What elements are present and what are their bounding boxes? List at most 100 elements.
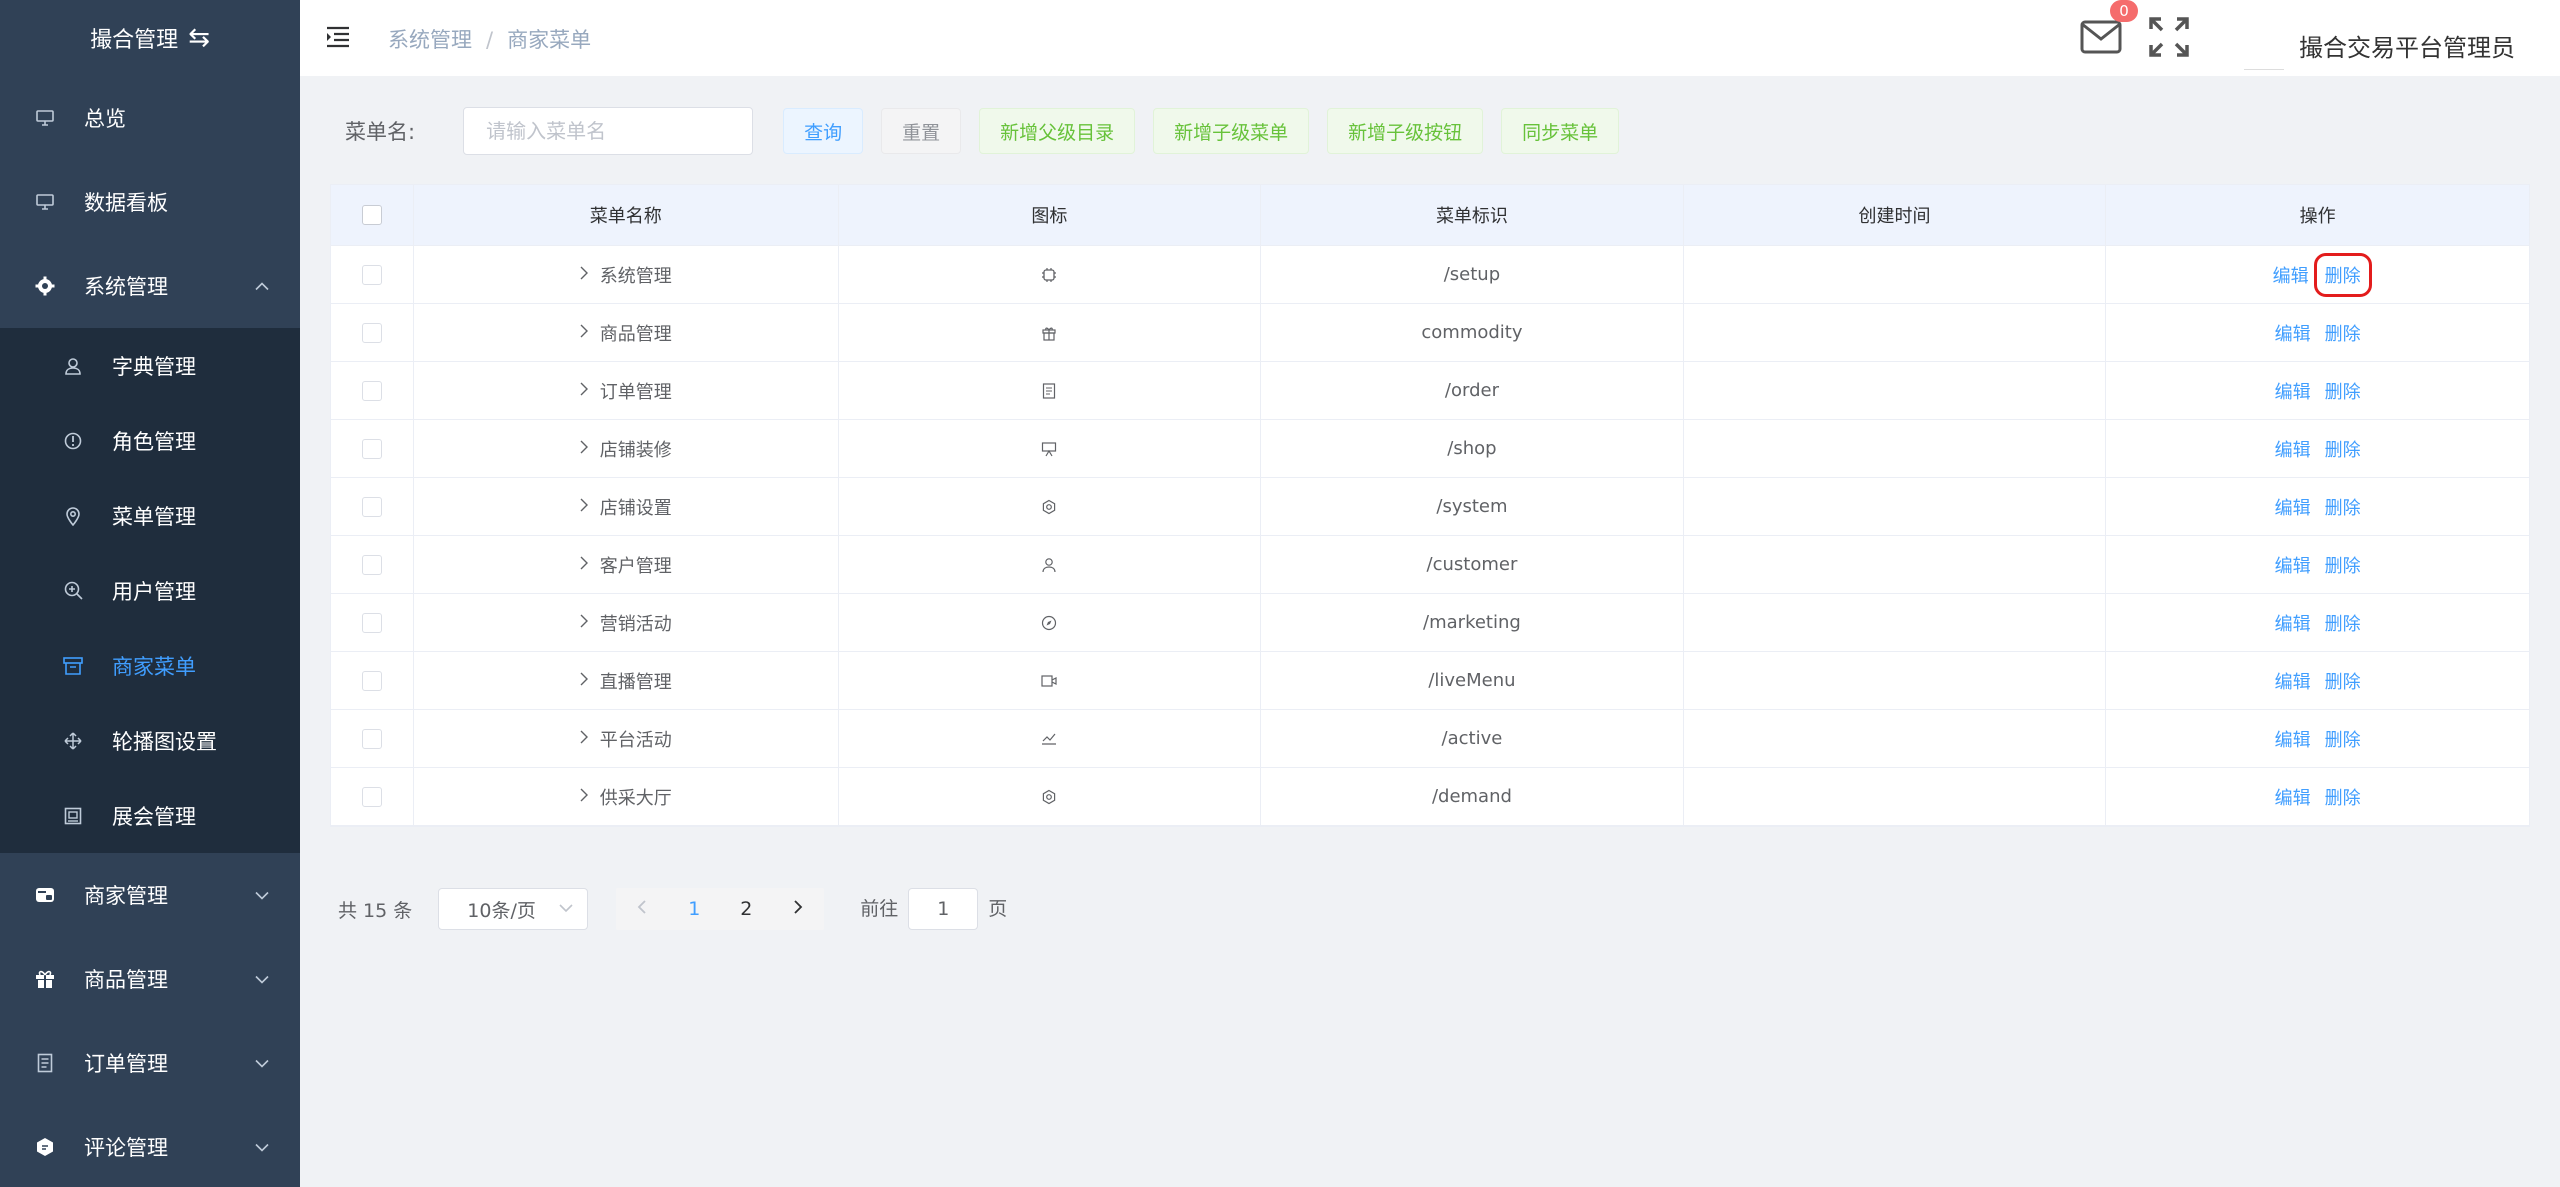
edit-button[interactable]: 编辑 bbox=[2275, 668, 2311, 694]
row-checkbox[interactable] bbox=[361, 264, 382, 285]
page-jumper: 前往 页 bbox=[860, 888, 1007, 930]
sidebar-item-dashboard[interactable]: 数据看板 bbox=[0, 160, 300, 244]
sidebar-item-roles[interactable]: 角色管理 bbox=[0, 403, 300, 478]
add-child-menu-button[interactable]: 新增子级菜单 bbox=[1153, 108, 1310, 154]
sync-menu-button[interactable]: 同步菜单 bbox=[1501, 108, 1620, 154]
sidebar-item-merchant-menu[interactable]: 商家菜单 bbox=[0, 628, 300, 703]
icon-cell bbox=[839, 768, 1262, 825]
chevron-right-icon[interactable] bbox=[580, 265, 588, 284]
edit-button[interactable]: 编辑 bbox=[2273, 262, 2309, 288]
info-icon bbox=[62, 430, 84, 452]
delete-button[interactable]: 删除 bbox=[2325, 610, 2361, 636]
user-icon bbox=[62, 355, 84, 377]
menu-fold-icon[interactable] bbox=[326, 26, 350, 48]
sidebar-item-merchants[interactable]: 商家管理 bbox=[0, 853, 300, 937]
menu-name: 直播管理 bbox=[599, 671, 672, 693]
row-checkbox[interactable] bbox=[361, 554, 382, 575]
mail-icon[interactable] bbox=[2080, 20, 2122, 54]
sidebar-item-label: 展会管理 bbox=[112, 804, 196, 829]
chevron-right-icon[interactable] bbox=[580, 787, 588, 806]
edit-button[interactable]: 编辑 bbox=[2275, 784, 2311, 810]
checkbox-cell bbox=[331, 536, 414, 593]
breadcrumb-separator: / bbox=[486, 28, 494, 52]
edit-button[interactable]: 编辑 bbox=[2275, 378, 2311, 404]
row-checkbox[interactable] bbox=[361, 670, 382, 691]
actions-cell: 编辑 删除 bbox=[2106, 246, 2529, 303]
sidebar-item-users[interactable]: 用户管理 bbox=[0, 553, 300, 628]
delete-button[interactable]: 删除 bbox=[2325, 552, 2361, 578]
prev-page-button[interactable] bbox=[616, 898, 668, 920]
edit-button[interactable]: 编辑 bbox=[2275, 320, 2311, 346]
edit-button[interactable]: 编辑 bbox=[2275, 610, 2311, 636]
chevron-right-icon[interactable] bbox=[580, 439, 588, 458]
next-page-button[interactable] bbox=[772, 898, 824, 920]
sidebar-item-dictionary[interactable]: 字典管理 bbox=[0, 328, 300, 403]
chevron-right-icon[interactable] bbox=[580, 613, 588, 632]
menu-key: /shop bbox=[1261, 420, 1684, 477]
delete-button[interactable]: 删除 bbox=[2313, 252, 2372, 297]
row-checkbox[interactable] bbox=[361, 786, 382, 807]
checkbox-cell bbox=[331, 594, 414, 651]
sidebar-item-system[interactable]: 系统管理 bbox=[0, 244, 300, 328]
sidebar-item-orders[interactable]: 订单管理 bbox=[0, 1021, 300, 1105]
username[interactable]: 撮合交易平台管理员 bbox=[2299, 28, 2515, 63]
sidebar-item-overview[interactable]: 总览 bbox=[0, 76, 300, 160]
menu-name-cell: 订单管理 bbox=[414, 362, 839, 419]
page-size-select[interactable]: 10条/页 bbox=[438, 888, 589, 930]
row-checkbox[interactable] bbox=[361, 728, 382, 749]
page-number[interactable]: 1 bbox=[668, 898, 720, 920]
breadcrumb-item[interactable]: 系统管理 bbox=[388, 28, 472, 52]
sidebar-item-reviews[interactable]: 评论管理 bbox=[0, 1105, 300, 1187]
add-child-button-button[interactable]: 新增子级按钮 bbox=[1327, 108, 1484, 154]
edit-button[interactable]: 编辑 bbox=[2275, 494, 2311, 520]
chevron-right-icon[interactable] bbox=[580, 497, 588, 516]
page-number[interactable]: 2 bbox=[720, 898, 772, 920]
chevron-right-icon[interactable] bbox=[580, 381, 588, 400]
delete-button[interactable]: 删除 bbox=[2325, 494, 2361, 520]
row-checkbox[interactable] bbox=[361, 612, 382, 633]
fullscreen-icon[interactable] bbox=[2148, 16, 2190, 58]
sidebar-item-carousel[interactable]: 轮播图设置 bbox=[0, 703, 300, 778]
sidebar-item-exhibition[interactable]: 展会管理 bbox=[0, 778, 300, 853]
checkbox-cell bbox=[331, 478, 414, 535]
sidebar-item-menus[interactable]: 菜单管理 bbox=[0, 478, 300, 553]
chevron-right-icon[interactable] bbox=[580, 671, 588, 690]
select-all-checkbox[interactable] bbox=[361, 205, 382, 225]
avatar[interactable] bbox=[2244, 12, 2284, 70]
delete-button[interactable]: 删除 bbox=[2325, 320, 2361, 346]
edit-button[interactable]: 编辑 bbox=[2275, 726, 2311, 752]
search-button[interactable]: 查询 bbox=[783, 108, 864, 154]
delete-button[interactable]: 删除 bbox=[2325, 726, 2361, 752]
menu-name: 客户管理 bbox=[599, 555, 672, 577]
created-time bbox=[1684, 710, 2107, 767]
menu-name-cell: 客户管理 bbox=[414, 536, 839, 593]
created-time bbox=[1684, 478, 2107, 535]
table-row: 店铺设置/system 编辑 删除 bbox=[331, 478, 2529, 536]
sidebar-item-label: 菜单管理 bbox=[112, 504, 196, 529]
menu-name-cell: 店铺装修 bbox=[414, 420, 839, 477]
chevron-right-icon[interactable] bbox=[580, 729, 588, 748]
row-checkbox[interactable] bbox=[361, 380, 382, 401]
data-line-icon bbox=[1040, 730, 1058, 748]
row-checkbox[interactable] bbox=[361, 322, 382, 343]
delete-button[interactable]: 删除 bbox=[2325, 668, 2361, 694]
delete-button[interactable]: 删除 bbox=[2325, 436, 2361, 462]
chevron-right-icon[interactable] bbox=[580, 323, 588, 342]
edit-button[interactable]: 编辑 bbox=[2275, 436, 2311, 462]
swap-icon[interactable]: ⇆ bbox=[188, 23, 210, 53]
table-row: 营销活动/marketing 编辑 删除 bbox=[331, 594, 2529, 652]
reset-button[interactable]: 重置 bbox=[881, 108, 962, 154]
menu-name-input[interactable] bbox=[463, 107, 754, 155]
breadcrumb-item-current: 商家菜单 bbox=[507, 28, 592, 52]
sidebar-item-products[interactable]: 商品管理 bbox=[0, 937, 300, 1021]
sidebar-item-label: 商家菜单 bbox=[112, 654, 196, 679]
edit-button[interactable]: 编辑 bbox=[2275, 552, 2311, 578]
row-checkbox[interactable] bbox=[361, 438, 382, 459]
goto-page-input[interactable] bbox=[908, 888, 979, 930]
row-checkbox[interactable] bbox=[361, 496, 382, 517]
delete-button[interactable]: 删除 bbox=[2325, 784, 2361, 810]
add-parent-directory-button[interactable]: 新增父级目录 bbox=[979, 108, 1136, 154]
delete-button[interactable]: 删除 bbox=[2325, 378, 2361, 404]
sidebar-item-label: 商品管理 bbox=[84, 968, 168, 992]
chevron-right-icon[interactable] bbox=[580, 555, 588, 574]
